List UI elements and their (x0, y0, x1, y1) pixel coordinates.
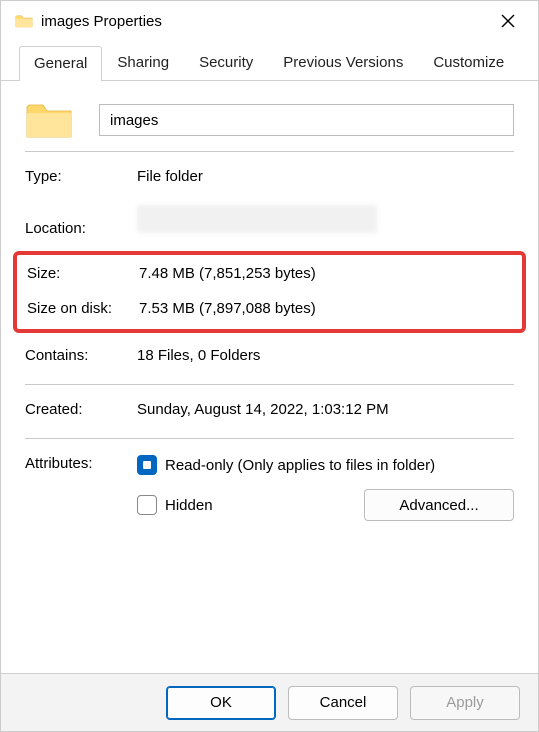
titlebar: images Properties (1, 1, 538, 41)
size-on-disk-label: Size on disk: (27, 300, 139, 317)
dialog-footer: OK Cancel Apply (1, 673, 538, 731)
hidden-label: Hidden (165, 497, 213, 514)
tab-security[interactable]: Security (184, 45, 268, 80)
separator (25, 438, 514, 439)
separator (25, 151, 514, 152)
created-label: Created: (25, 401, 137, 418)
tab-panel-general: Type: File folder Location: Size: 7.48 M… (1, 81, 538, 673)
hidden-checkbox[interactable] (137, 495, 157, 515)
size-on-disk-value: 7.53 MB (7,897,088 bytes) (139, 300, 514, 317)
cancel-button[interactable]: Cancel (288, 686, 398, 720)
location-label: Location: (25, 220, 137, 237)
size-highlight-annotation: Size: 7.48 MB (7,851,253 bytes) Size on … (13, 251, 526, 333)
apply-button[interactable]: Apply (410, 686, 520, 720)
advanced-button[interactable]: Advanced... (364, 489, 514, 521)
type-label: Type: (25, 168, 137, 185)
readonly-checkbox[interactable] (137, 455, 157, 475)
contains-value: 18 Files, 0 Folders (137, 347, 514, 364)
close-icon (501, 14, 515, 28)
type-value: File folder (137, 168, 514, 185)
properties-dialog: images Properties General Sharing Securi… (0, 0, 539, 732)
folder-name-input[interactable] (99, 104, 514, 136)
location-value-redacted (137, 205, 377, 233)
size-label: Size: (27, 265, 139, 282)
folder-icon (15, 13, 33, 29)
readonly-label: Read-only (Only applies to files in fold… (165, 457, 435, 474)
window-title: images Properties (41, 13, 488, 30)
attributes-label: Attributes: (25, 455, 137, 521)
ok-button[interactable]: OK (166, 686, 276, 720)
size-value: 7.48 MB (7,851,253 bytes) (139, 265, 514, 282)
tab-sharing[interactable]: Sharing (102, 45, 184, 80)
tab-customize[interactable]: Customize (418, 45, 519, 80)
close-button[interactable] (488, 5, 528, 37)
tab-previous-versions[interactable]: Previous Versions (268, 45, 418, 80)
tab-strip: General Sharing Security Previous Versio… (1, 41, 538, 81)
contains-label: Contains: (25, 347, 137, 364)
created-value: Sunday, August 14, 2022, 1:03:12 PM (137, 401, 514, 418)
folder-icon (25, 99, 73, 141)
separator (25, 384, 514, 385)
tab-general[interactable]: General (19, 46, 102, 81)
